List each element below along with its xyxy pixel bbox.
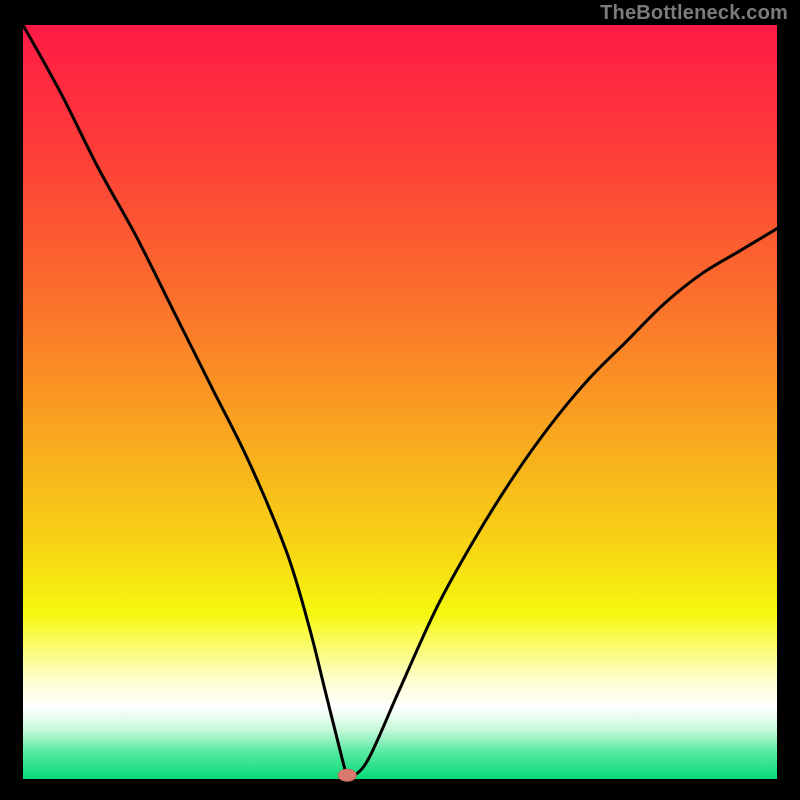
gradient-background [23,25,777,779]
optimum-marker [338,769,356,781]
bottleneck-chart [0,0,800,800]
attribution-watermark: TheBottleneck.com [600,2,788,25]
chart-frame: TheBottleneck.com [0,0,800,800]
